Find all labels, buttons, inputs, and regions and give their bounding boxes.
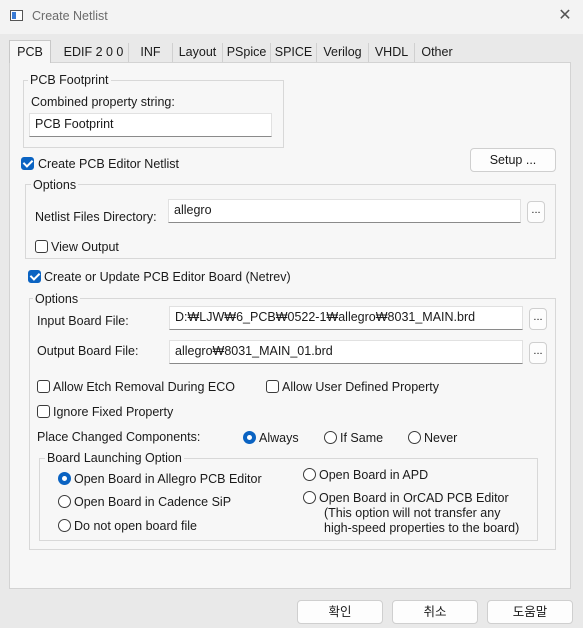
close-icon[interactable]: ✕	[553, 5, 577, 27]
output-board-label: Output Board File:	[37, 344, 139, 358]
tab-pspice[interactable]: PSpice	[223, 43, 271, 62]
ok-button[interactable]: 확인	[297, 600, 383, 624]
open-apd-radio[interactable]	[303, 468, 316, 481]
output-board-field[interactable]	[169, 340, 523, 364]
netlist-dir-browse-button[interactable]: ...	[527, 201, 545, 223]
allow-etch-checkbox[interactable]	[37, 380, 50, 393]
options-group-label: Options	[31, 178, 79, 192]
create-netlist-checkbox[interactable]	[21, 157, 34, 170]
combined-property-label: Combined property string:	[31, 95, 175, 109]
netlist-dir-field[interactable]	[168, 199, 521, 223]
tab-edif[interactable]: EDIF 2 0 0	[59, 43, 129, 62]
allow-etch-label: Allow Etch Removal During ECO	[53, 380, 236, 394]
open-allegro-radio[interactable]	[58, 472, 71, 485]
pcb-footprint-group-label: PCB Footprint	[28, 73, 111, 87]
input-board-label: Input Board File:	[37, 314, 129, 328]
app-icon	[10, 10, 23, 21]
open-sip-label: Open Board in Cadence SiP	[74, 495, 232, 509]
open-sip-radio[interactable]	[58, 495, 71, 508]
orcad-note-line-2: high-speed properties to the board)	[324, 521, 520, 535]
tab-verilog[interactable]: Verilog	[317, 43, 369, 62]
create-netlist-label: Create PCB Editor Netlist	[38, 157, 180, 171]
window-title: Create Netlist	[32, 9, 108, 23]
allow-user-property-checkbox[interactable]	[266, 380, 279, 393]
options-group-2-label: Options	[33, 292, 81, 306]
ignore-fixed-label: Ignore Fixed Property	[53, 405, 174, 419]
tab-inf[interactable]: INF	[129, 43, 173, 62]
place-always-label: Always	[259, 431, 299, 445]
place-never-label: Never	[424, 431, 458, 445]
allow-user-property-label: Allow User Defined Property	[282, 380, 440, 394]
open-orcad-label: Open Board in OrCAD PCB Editor	[319, 491, 509, 505]
combined-property-field[interactable]	[29, 113, 272, 137]
place-changed-label: Place Changed Components:	[37, 430, 201, 444]
help-button[interactable]: 도움말	[487, 600, 573, 624]
create-board-label: Create or Update PCB Editor Board (Netre…	[44, 270, 291, 284]
netlist-dir-input[interactable]	[174, 203, 515, 217]
netlist-dir-label: Netlist Files Directory:	[35, 210, 157, 224]
input-board-input[interactable]	[175, 310, 517, 324]
create-board-checkbox[interactable]	[28, 270, 41, 283]
place-if-same-radio[interactable]	[324, 431, 337, 444]
place-always-radio[interactable]	[243, 431, 256, 444]
output-board-input[interactable]	[175, 344, 517, 358]
cancel-button[interactable]: 취소	[392, 600, 478, 624]
open-orcad-radio[interactable]	[303, 491, 316, 504]
tab-strip: PCB EDIF 2 0 0 INF Layout PSpice SPICE V…	[9, 40, 572, 63]
place-never-radio[interactable]	[408, 431, 421, 444]
tab-spice[interactable]: SPICE	[271, 43, 317, 62]
setup-button[interactable]: Setup ...	[470, 148, 556, 172]
orcad-note-line-1: (This option will not transfer any	[324, 506, 501, 520]
board-launching-group-label: Board Launching Option	[45, 451, 184, 465]
place-if-same-label: If Same	[340, 431, 384, 445]
tab-other[interactable]: Other	[415, 43, 459, 62]
ignore-fixed-checkbox[interactable]	[37, 405, 50, 418]
output-board-browse-button[interactable]: ...	[529, 342, 547, 364]
do-not-open-radio[interactable]	[58, 519, 71, 532]
input-board-browse-button[interactable]: ...	[529, 308, 547, 330]
combined-property-input[interactable]	[35, 117, 266, 131]
tab-vhdl[interactable]: VHDL	[369, 43, 415, 62]
tab-pcb[interactable]: PCB	[9, 40, 51, 63]
do-not-open-label: Do not open board file	[74, 519, 198, 533]
view-output-label: View Output	[51, 240, 119, 254]
tab-layout[interactable]: Layout	[173, 43, 223, 62]
open-allegro-label: Open Board in Allegro PCB Editor	[74, 472, 262, 486]
view-output-checkbox[interactable]	[35, 240, 48, 253]
open-apd-label: Open Board in APD	[319, 468, 429, 482]
input-board-field[interactable]	[169, 306, 523, 330]
